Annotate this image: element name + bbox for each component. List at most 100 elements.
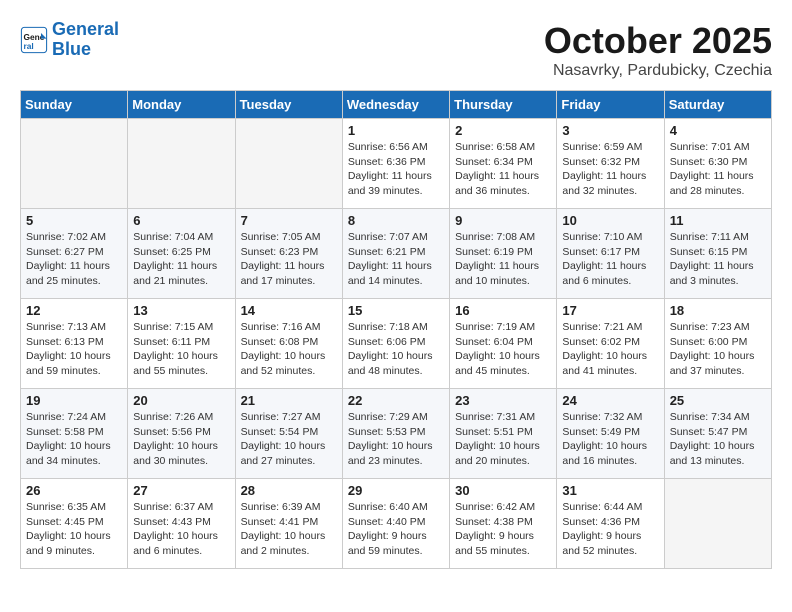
calendar-cell: 12Sunrise: 7:13 AM Sunset: 6:13 PM Dayli… [21, 299, 128, 389]
col-header-monday: Monday [128, 91, 235, 119]
day-number: 27 [133, 483, 229, 498]
calendar-cell: 5 Sunrise: 7:02 AM Sunset: 6:27 PM Daylig… [21, 209, 128, 299]
calendar-cell [235, 119, 342, 209]
day-number: 3 [562, 123, 658, 138]
day-info: Sunrise: 7:04 AM Sunset: 6:25 PM Dayligh… [133, 230, 229, 289]
day-info: Sunrise: 7:26 AM Sunset: 5:56 PM Dayligh… [133, 410, 229, 469]
day-number: 4 [670, 123, 766, 138]
week-row-3: 12Sunrise: 7:13 AM Sunset: 6:13 PM Dayli… [21, 299, 772, 389]
calendar-cell: 22 Sunrise: 7:29 AM Sunset: 5:53 PM Dayli… [342, 389, 449, 479]
calendar-cell: 21 Sunrise: 7:27 AM Sunset: 5:54 PM Dayli… [235, 389, 342, 479]
calendar-cell: 17 Sunrise: 7:21 AM Sunset: 6:02 PM Dayli… [557, 299, 664, 389]
day-info: Sunrise: 6:56 AM Sunset: 6:36 PM Dayligh… [348, 140, 444, 199]
col-header-thursday: Thursday [450, 91, 557, 119]
calendar-cell: 23 Sunrise: 7:31 AM Sunset: 5:51 PM Dayli… [450, 389, 557, 479]
day-number: 31 [562, 483, 658, 498]
day-number: 5 [26, 213, 122, 228]
day-info: Sunrise: 6:39 AM Sunset: 4:41 PM Dayligh… [241, 500, 337, 559]
calendar-cell: 9Sunrise: 7:08 AM Sunset: 6:19 PM Daylig… [450, 209, 557, 299]
day-number: 26 [26, 483, 122, 498]
day-number: 16 [455, 303, 551, 318]
calendar-cell [21, 119, 128, 209]
calendar-cell: 2 Sunrise: 6:58 AM Sunset: 6:34 PM Daylig… [450, 119, 557, 209]
calendar-cell: 20 Sunrise: 7:26 AM Sunset: 5:56 PM Dayli… [128, 389, 235, 479]
col-header-tuesday: Tuesday [235, 91, 342, 119]
day-info: Sunrise: 7:31 AM Sunset: 5:51 PM Dayligh… [455, 410, 551, 469]
day-info: Sunrise: 7:34 AM Sunset: 5:47 PM Dayligh… [670, 410, 766, 469]
calendar-cell: 30 Sunrise: 6:42 AM Sunset: 4:38 PM Dayli… [450, 479, 557, 569]
day-number: 21 [241, 393, 337, 408]
day-info: Sunrise: 6:42 AM Sunset: 4:38 PM Dayligh… [455, 500, 551, 559]
day-info: Sunrise: 7:15 AM Sunset: 6:11 PM Dayligh… [133, 320, 229, 379]
day-info: Sunrise: 7:16 AM Sunset: 6:08 PM Dayligh… [241, 320, 337, 379]
logo-text: General Blue [52, 20, 119, 60]
day-info: Sunrise: 7:10 AM Sunset: 6:17 PM Dayligh… [562, 230, 658, 289]
day-number: 13 [133, 303, 229, 318]
calendar-cell: 18Sunrise: 7:23 AM Sunset: 6:00 PM Dayli… [664, 299, 771, 389]
calendar-cell: 15Sunrise: 7:18 AM Sunset: 6:06 PM Dayli… [342, 299, 449, 389]
col-header-sunday: Sunday [21, 91, 128, 119]
day-info: Sunrise: 7:18 AM Sunset: 6:06 PM Dayligh… [348, 320, 444, 379]
week-row-1: 1Sunrise: 6:56 AM Sunset: 6:36 PM Daylig… [21, 119, 772, 209]
day-number: 11 [670, 213, 766, 228]
day-number: 2 [455, 123, 551, 138]
day-info: Sunrise: 6:37 AM Sunset: 4:43 PM Dayligh… [133, 500, 229, 559]
day-number: 25 [670, 393, 766, 408]
day-number: 23 [455, 393, 551, 408]
calendar-cell: 24 Sunrise: 7:32 AM Sunset: 5:49 PM Dayli… [557, 389, 664, 479]
calendar-cell: 1Sunrise: 6:56 AM Sunset: 6:36 PM Daylig… [342, 119, 449, 209]
calendar-cell [128, 119, 235, 209]
day-info: Sunrise: 7:29 AM Sunset: 5:53 PM Dayligh… [348, 410, 444, 469]
day-number: 8 [348, 213, 444, 228]
col-header-friday: Friday [557, 91, 664, 119]
day-info: Sunrise: 6:40 AM Sunset: 4:40 PM Dayligh… [348, 500, 444, 559]
logo-icon: Gene ral [20, 26, 48, 54]
calendar-cell: 10Sunrise: 7:10 AM Sunset: 6:17 PM Dayli… [557, 209, 664, 299]
day-number: 22 [348, 393, 444, 408]
day-info: Sunrise: 7:27 AM Sunset: 5:54 PM Dayligh… [241, 410, 337, 469]
day-info: Sunrise: 7:24 AM Sunset: 5:58 PM Dayligh… [26, 410, 122, 469]
days-header-row: SundayMondayTuesdayWednesdayThursdayFrid… [21, 91, 772, 119]
month-title: October 2025 [544, 20, 772, 62]
day-info: Sunrise: 6:35 AM Sunset: 4:45 PM Dayligh… [26, 500, 122, 559]
day-info: Sunrise: 6:44 AM Sunset: 4:36 PM Dayligh… [562, 500, 658, 559]
day-info: Sunrise: 7:11 AM Sunset: 6:15 PM Dayligh… [670, 230, 766, 289]
day-info: Sunrise: 7:19 AM Sunset: 6:04 PM Dayligh… [455, 320, 551, 379]
week-row-4: 19 Sunrise: 7:24 AM Sunset: 5:58 PM Dayli… [21, 389, 772, 479]
day-number: 14 [241, 303, 337, 318]
calendar-cell: 4 Sunrise: 7:01 AM Sunset: 6:30 PM Daylig… [664, 119, 771, 209]
day-info: Sunrise: 7:32 AM Sunset: 5:49 PM Dayligh… [562, 410, 658, 469]
calendar-cell: 31 Sunrise: 6:44 AM Sunset: 4:36 PM Dayli… [557, 479, 664, 569]
day-number: 30 [455, 483, 551, 498]
day-info: Sunrise: 6:59 AM Sunset: 6:32 PM Dayligh… [562, 140, 658, 199]
day-info: Sunrise: 7:23 AM Sunset: 6:00 PM Dayligh… [670, 320, 766, 379]
calendar-cell: 26 Sunrise: 6:35 AM Sunset: 4:45 PM Dayli… [21, 479, 128, 569]
title-block: October 2025 Nasavrky, Pardubicky, Czech… [544, 20, 772, 80]
calendar-cell: 14 Sunrise: 7:16 AM Sunset: 6:08 PM Dayli… [235, 299, 342, 389]
calendar-cell: 11 Sunrise: 7:11 AM Sunset: 6:15 PM Dayli… [664, 209, 771, 299]
day-number: 19 [26, 393, 122, 408]
calendar-cell: 28 Sunrise: 6:39 AM Sunset: 4:41 PM Dayli… [235, 479, 342, 569]
day-info: Sunrise: 7:02 AM Sunset: 6:27 PM Dayligh… [26, 230, 122, 289]
day-info: Sunrise: 7:01 AM Sunset: 6:30 PM Dayligh… [670, 140, 766, 199]
day-number: 7 [241, 213, 337, 228]
calendar-cell: 8 Sunrise: 7:07 AM Sunset: 6:21 PM Daylig… [342, 209, 449, 299]
day-number: 12 [26, 303, 122, 318]
day-info: Sunrise: 7:05 AM Sunset: 6:23 PM Dayligh… [241, 230, 337, 289]
day-number: 6 [133, 213, 229, 228]
day-info: Sunrise: 7:07 AM Sunset: 6:21 PM Dayligh… [348, 230, 444, 289]
calendar-cell: 7 Sunrise: 7:05 AM Sunset: 6:23 PM Daylig… [235, 209, 342, 299]
day-number: 17 [562, 303, 658, 318]
svg-text:ral: ral [24, 41, 34, 51]
day-number: 20 [133, 393, 229, 408]
page-header: Gene ral General Blue October 2025 Nasav… [20, 20, 772, 80]
day-info: Sunrise: 7:08 AM Sunset: 6:19 PM Dayligh… [455, 230, 551, 289]
day-number: 28 [241, 483, 337, 498]
day-info: Sunrise: 6:58 AM Sunset: 6:34 PM Dayligh… [455, 140, 551, 199]
logo: Gene ral General Blue [20, 20, 119, 60]
day-number: 24 [562, 393, 658, 408]
week-row-5: 26 Sunrise: 6:35 AM Sunset: 4:45 PM Dayli… [21, 479, 772, 569]
day-info: Sunrise: 7:21 AM Sunset: 6:02 PM Dayligh… [562, 320, 658, 379]
calendar-cell: 29Sunrise: 6:40 AM Sunset: 4:40 PM Dayli… [342, 479, 449, 569]
calendar-cell: 13 Sunrise: 7:15 AM Sunset: 6:11 PM Dayli… [128, 299, 235, 389]
